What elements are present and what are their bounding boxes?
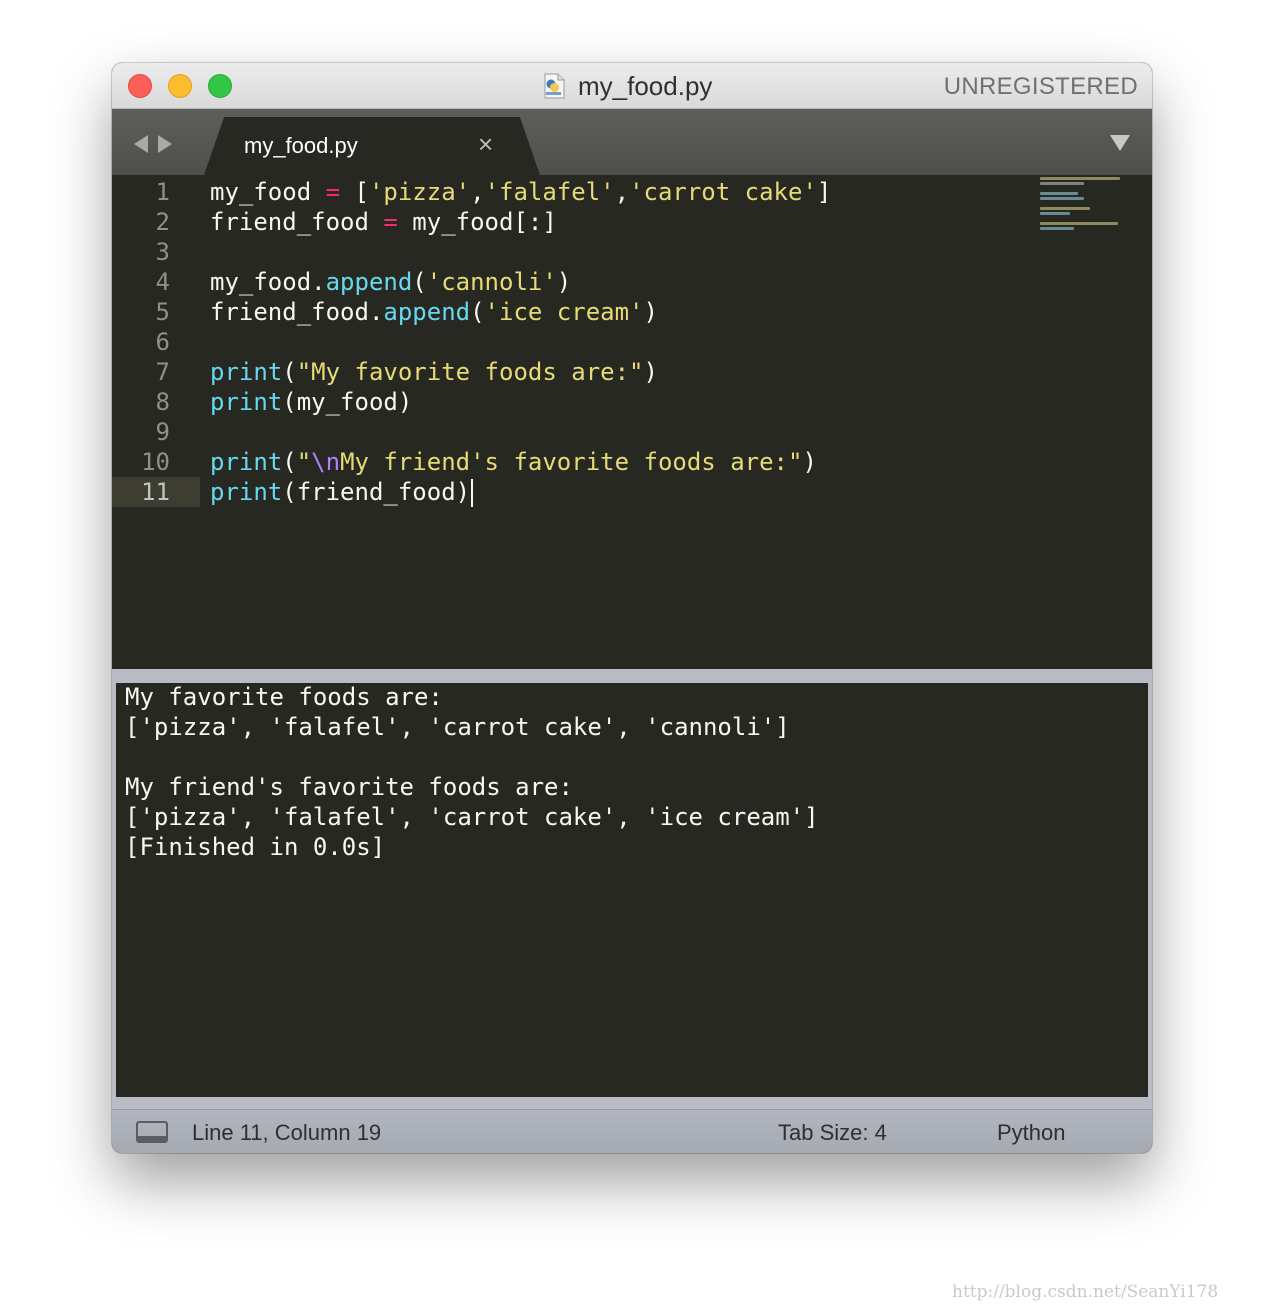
line-number: 11 bbox=[112, 477, 200, 507]
code-token: print bbox=[210, 448, 283, 476]
code-token: (my_food) bbox=[282, 388, 413, 416]
code-token: My friend's favorite foods are:" bbox=[340, 448, 803, 476]
line-number: 2 bbox=[155, 208, 170, 236]
code-token: 'cannoli' bbox=[426, 268, 557, 296]
code-text: print(my_food) bbox=[210, 387, 412, 417]
code-text: friend_food.append('ice cream') bbox=[210, 297, 658, 327]
code-line[interactable]: 1 my_food = ['pizza','falafel','carrot ca… bbox=[112, 177, 1152, 207]
editor-window: my_food.py UNREGISTERED my_food.py × 1 m… bbox=[112, 63, 1152, 1153]
code-text: print("My favorite foods are:") bbox=[210, 357, 658, 387]
status-bar: Line 11, Column 19 Tab Size: 4 Python bbox=[112, 1109, 1152, 1153]
code-line[interactable]: 11 print(friend_food) bbox=[112, 477, 1152, 507]
line-number: 4 bbox=[155, 268, 170, 296]
line-number: 5 bbox=[155, 298, 170, 326]
line-number: 6 bbox=[155, 328, 170, 356]
code-text: print(friend_food) bbox=[210, 477, 474, 507]
line-number: 10 bbox=[141, 448, 170, 476]
python-file-icon bbox=[544, 73, 565, 99]
code-token: 'ice cream' bbox=[484, 298, 644, 326]
zoom-window-button[interactable] bbox=[208, 74, 232, 98]
tab-bar: my_food.py × bbox=[112, 109, 1152, 175]
code-editor[interactable]: 1 my_food = ['pizza','falafel','carrot ca… bbox=[112, 175, 1152, 669]
cursor-position: Line 11, Column 19 bbox=[192, 1120, 382, 1145]
code-token: ) bbox=[643, 358, 658, 386]
code-text: friend_food = my_food[:] bbox=[210, 207, 557, 237]
code-token: my_food. bbox=[210, 268, 326, 296]
tab-my-food-py[interactable]: my_food.py × bbox=[204, 117, 540, 175]
code-token: friend_food. bbox=[210, 298, 384, 326]
code-line[interactable]: 8 print(my_food) bbox=[112, 387, 1152, 417]
code-text: my_food = ['pizza','falafel','carrot cak… bbox=[210, 177, 831, 207]
code-line[interactable]: 6 bbox=[112, 327, 1152, 357]
minimize-window-button[interactable] bbox=[168, 74, 192, 98]
tab-size-selector[interactable]: Tab Size: 4 bbox=[778, 1120, 887, 1146]
code-token: ( bbox=[470, 298, 485, 326]
watermark: http://blog.csdn.net/SeanYi178 bbox=[952, 1282, 1219, 1302]
code-token: , bbox=[614, 178, 630, 206]
code-token: friend_food bbox=[210, 208, 384, 236]
code-line[interactable]: 9 bbox=[112, 417, 1152, 447]
code-token: ( bbox=[412, 268, 427, 296]
code-token: 'carrot cake' bbox=[629, 178, 817, 206]
code-text: print("\nMy friend's favorite foods are:… bbox=[210, 447, 817, 477]
code-line[interactable]: 10 print("\nMy friend's favorite foods ar… bbox=[112, 447, 1152, 477]
code-line[interactable]: 3 bbox=[112, 237, 1152, 267]
output-line: My friend's favorite foods are: bbox=[125, 773, 573, 801]
code-line[interactable]: 7 print("My favorite foods are:") bbox=[112, 357, 1152, 387]
code-token: (friend_food) bbox=[282, 478, 471, 506]
previous-tab-icon[interactable] bbox=[134, 135, 148, 153]
code-token: = bbox=[325, 178, 341, 206]
code-token: print bbox=[210, 358, 283, 386]
line-number: 3 bbox=[155, 238, 170, 266]
code-token: ) bbox=[643, 298, 658, 326]
line-number: 1 bbox=[155, 178, 170, 206]
code-token: print bbox=[210, 478, 283, 506]
code-token: ] bbox=[816, 178, 832, 206]
code-token: ) bbox=[556, 268, 572, 296]
code-token: my_food bbox=[210, 178, 326, 206]
panel-splitter[interactable] bbox=[112, 669, 1152, 683]
code-token: ( bbox=[282, 448, 297, 476]
license-status: UNREGISTERED bbox=[943, 73, 1138, 100]
code-token: 'falafel' bbox=[484, 178, 615, 206]
build-output-panel[interactable]: My favorite foods are: ['pizza', 'falafel… bbox=[116, 683, 1148, 1097]
line-number: 9 bbox=[155, 418, 170, 446]
code-token: print bbox=[210, 388, 283, 416]
code-token: 'pizza' bbox=[368, 178, 471, 206]
code-token: append bbox=[325, 268, 413, 296]
text-cursor bbox=[471, 479, 474, 507]
next-tab-icon[interactable] bbox=[158, 135, 172, 153]
line-number: 7 bbox=[155, 358, 170, 386]
window-title-group: my_food.py bbox=[540, 71, 712, 101]
code-line[interactable]: 4 my_food.append('cannoli') bbox=[112, 267, 1152, 297]
tab-close-icon[interactable]: × bbox=[478, 131, 493, 157]
output-line: [Finished in 0.0s] bbox=[125, 833, 386, 861]
title-bar: my_food.py UNREGISTERED bbox=[112, 63, 1152, 109]
syntax-selector[interactable]: Python bbox=[997, 1120, 1066, 1146]
code-line[interactable]: 2 friend_food = my_food[:] bbox=[112, 207, 1152, 237]
code-line[interactable]: 5 friend_food.append('ice cream') bbox=[112, 297, 1152, 327]
code-token: [ bbox=[340, 178, 369, 206]
code-token: append bbox=[383, 298, 471, 326]
window-title: my_food.py bbox=[578, 70, 713, 101]
code-token: ( bbox=[282, 358, 297, 386]
code-token: \n bbox=[311, 448, 341, 476]
code-token: "My favorite foods are:" bbox=[296, 358, 644, 386]
code-token: my_food[:] bbox=[397, 208, 557, 236]
code-token: , bbox=[470, 178, 485, 206]
toggle-panel-icon[interactable] bbox=[136, 1121, 168, 1143]
close-window-button[interactable] bbox=[128, 74, 152, 98]
tab-label: my_food.py bbox=[244, 133, 358, 158]
output-line: My favorite foods are: bbox=[125, 683, 443, 711]
code-token: ) bbox=[802, 448, 817, 476]
output-line: ['pizza', 'falafel', 'carrot cake', 'ice… bbox=[125, 803, 819, 831]
line-number: 8 bbox=[155, 388, 170, 416]
output-line: ['pizza', 'falafel', 'carrot cake', 'can… bbox=[125, 713, 790, 741]
tab-list-dropdown-icon[interactable] bbox=[1110, 135, 1130, 151]
tab-navigation bbox=[134, 135, 172, 153]
code-text: my_food.append('cannoli') bbox=[210, 267, 571, 297]
code-token: " bbox=[296, 448, 312, 476]
output-panel-frame: My favorite foods are: ['pizza', 'falafel… bbox=[112, 683, 1152, 1109]
code-token: = bbox=[383, 208, 398, 236]
